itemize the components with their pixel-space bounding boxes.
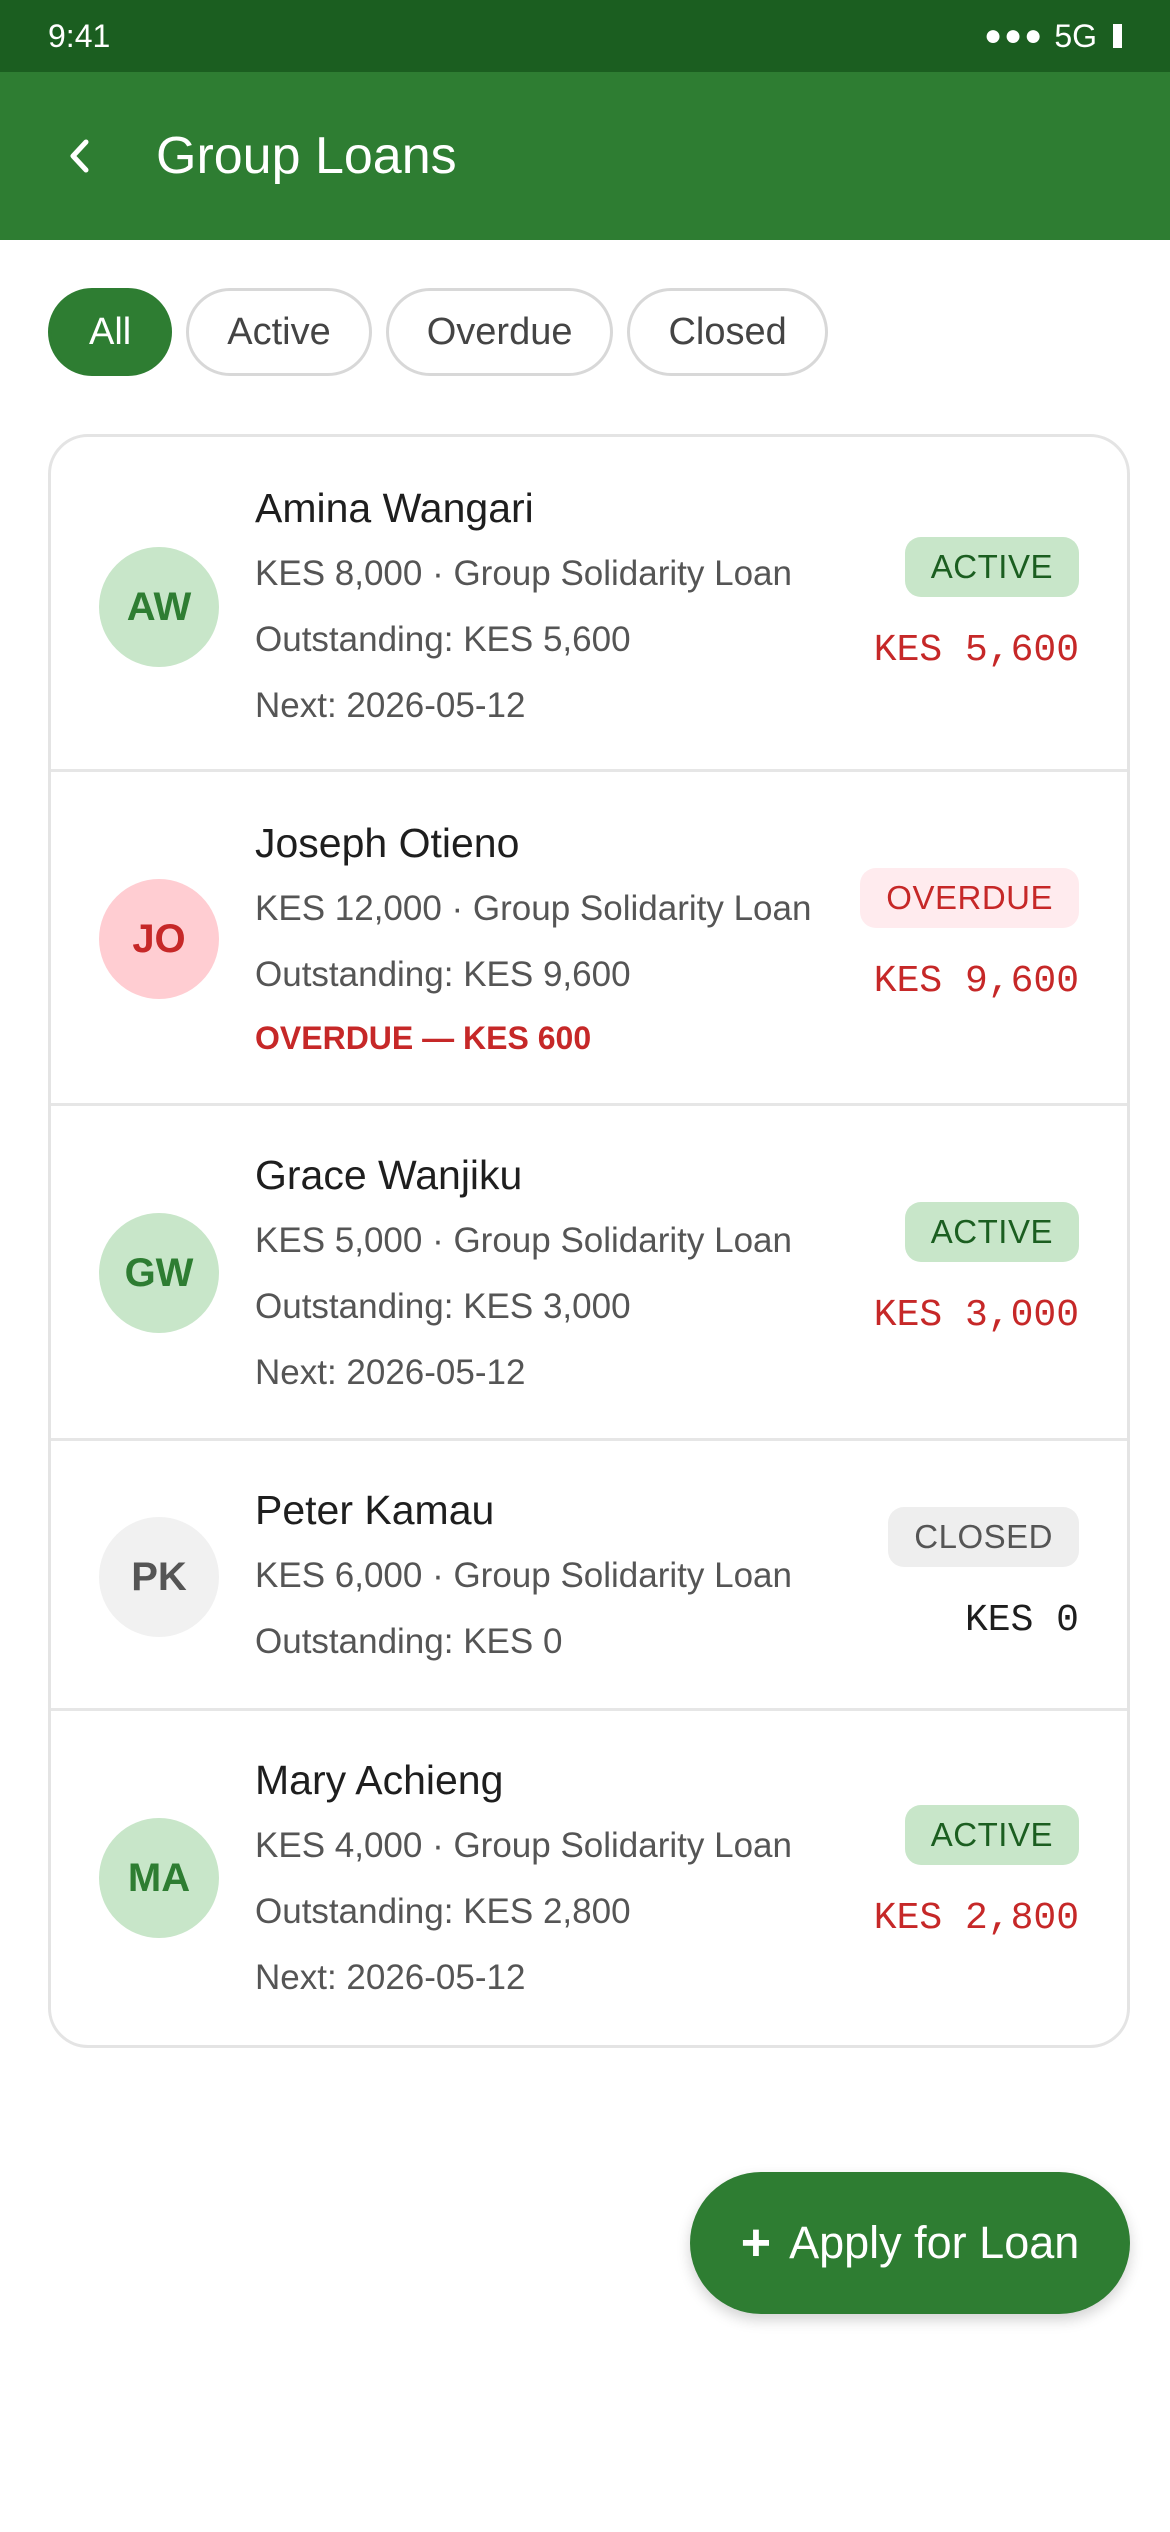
chevron-left-icon[interactable] xyxy=(68,124,132,188)
filter-chip-closed[interactable]: Closed xyxy=(627,288,828,376)
plus-icon: + xyxy=(740,2214,772,2272)
loan-info: Grace Wanjiku KES 5,000 · Group Solidari… xyxy=(255,1142,792,1406)
loan-list: AW Amina Wangari KES 8,000 · Group Solid… xyxy=(48,434,1130,2048)
network-label: 5G xyxy=(1054,17,1097,54)
avatar: MA xyxy=(99,1818,219,1938)
loan-status-area: CLOSED KES 0 xyxy=(888,1507,1079,1647)
avatar: PK xyxy=(99,1517,219,1637)
status-badge: ACTIVE xyxy=(904,1805,1079,1865)
borrower-name: Grace Wanjiku xyxy=(255,1152,523,1198)
outstanding-text: Outstanding: KES 2,800 xyxy=(255,1892,631,1931)
loan-list-item[interactable]: AW Amina Wangari KES 8,000 · Group Solid… xyxy=(51,437,1127,772)
next-payment: Next: 2026-05-12 xyxy=(255,1353,526,1392)
outstanding-text: Outstanding: KES 0 xyxy=(255,1622,563,1661)
loan-summary: KES 4,000 · Group Solidarity Loan xyxy=(255,1826,792,1865)
borrower-name: Peter Kamau xyxy=(255,1487,495,1533)
loan-summary: KES 6,000 · Group Solidarity Loan xyxy=(255,1556,792,1595)
loan-list-item[interactable]: MA Mary Achieng KES 4,000 · Group Solida… xyxy=(51,1711,1127,2045)
loan-info: Joseph Otieno KES 12,000 · Group Solidar… xyxy=(255,810,811,1068)
borrower-name: Mary Achieng xyxy=(255,1757,504,1803)
status-time: 9:41 xyxy=(48,17,111,54)
loan-info: Amina Wangari KES 8,000 · Group Solidari… xyxy=(255,475,792,739)
loan-list-item[interactable]: PK Peter Kamau KES 6,000 · Group Solidar… xyxy=(51,1441,1127,1711)
status-badge: ACTIVE xyxy=(904,1202,1079,1262)
outstanding-amount: KES 3,000 xyxy=(873,1294,1079,1337)
apply-for-loan-button[interactable]: + Apply for Loan xyxy=(690,2172,1130,2314)
next-payment: Next: 2026-05-12 xyxy=(255,1958,526,1997)
loan-list-item[interactable]: GW Grace Wanjiku KES 5,000 · Group Solid… xyxy=(51,1106,1127,1441)
status-bar: 9:41 ●●● 5G xyxy=(0,0,1170,72)
outstanding-amount: KES 9,600 xyxy=(873,960,1079,1003)
status-badge: OVERDUE xyxy=(860,868,1079,928)
apply-for-loan-label: Apply for Loan xyxy=(789,2217,1080,2268)
outstanding-text: Outstanding: KES 3,000 xyxy=(255,1287,631,1326)
loan-status-area: ACTIVE KES 5,600 xyxy=(874,537,1079,677)
loan-summary: KES 8,000 · Group Solidarity Loan xyxy=(255,554,792,593)
signal-icon: ●●● xyxy=(983,19,1045,52)
outstanding-text: Outstanding: KES 9,600 xyxy=(255,955,631,994)
overdue-alert: OVERDUE — KES 600 xyxy=(255,1020,592,1056)
avatar: GW xyxy=(99,1213,219,1333)
filter-chip-active[interactable]: Active xyxy=(186,288,372,376)
battery-icon xyxy=(1113,24,1122,48)
status-badge: CLOSED xyxy=(888,1507,1079,1567)
loan-summary: KES 5,000 · Group Solidarity Loan xyxy=(255,1221,792,1260)
loan-status-area: OVERDUE KES 9,600 xyxy=(860,868,1079,1008)
page-title: Group Loans xyxy=(156,127,457,185)
filter-chip-overdue[interactable]: Overdue xyxy=(385,288,614,376)
outstanding-text: Outstanding: KES 5,600 xyxy=(255,620,631,659)
loan-info: Mary Achieng KES 4,000 · Group Solidarit… xyxy=(255,1747,792,2011)
loan-list-item[interactable]: JO Joseph Otieno KES 12,000 · Group Soli… xyxy=(51,772,1127,1106)
status-indicators: ●●● 5G xyxy=(984,18,1122,55)
loan-status-area: ACTIVE KES 3,000 xyxy=(874,1202,1079,1342)
next-payment: Next: 2026-05-12 xyxy=(255,686,526,725)
status-badge: ACTIVE xyxy=(904,537,1079,597)
outstanding-amount: KES 5,600 xyxy=(873,629,1079,672)
loan-summary: KES 12,000 · Group Solidarity Loan xyxy=(255,889,812,928)
outstanding-amount: KES 2,800 xyxy=(873,1897,1079,1940)
avatar: JO xyxy=(99,879,219,999)
borrower-name: Joseph Otieno xyxy=(255,820,520,866)
outstanding-amount: KES 0 xyxy=(964,1599,1079,1642)
avatar: AW xyxy=(99,547,219,667)
filter-chips: All Active Overdue Closed xyxy=(48,288,828,376)
filter-chip-all[interactable]: All xyxy=(48,288,173,376)
loan-info: Peter Kamau KES 6,000 · Group Solidarity… xyxy=(255,1477,792,1675)
borrower-name: Amina Wangari xyxy=(255,485,534,531)
loan-status-area: ACTIVE KES 2,800 xyxy=(874,1805,1079,1945)
app-bar: Group Loans xyxy=(0,72,1170,240)
